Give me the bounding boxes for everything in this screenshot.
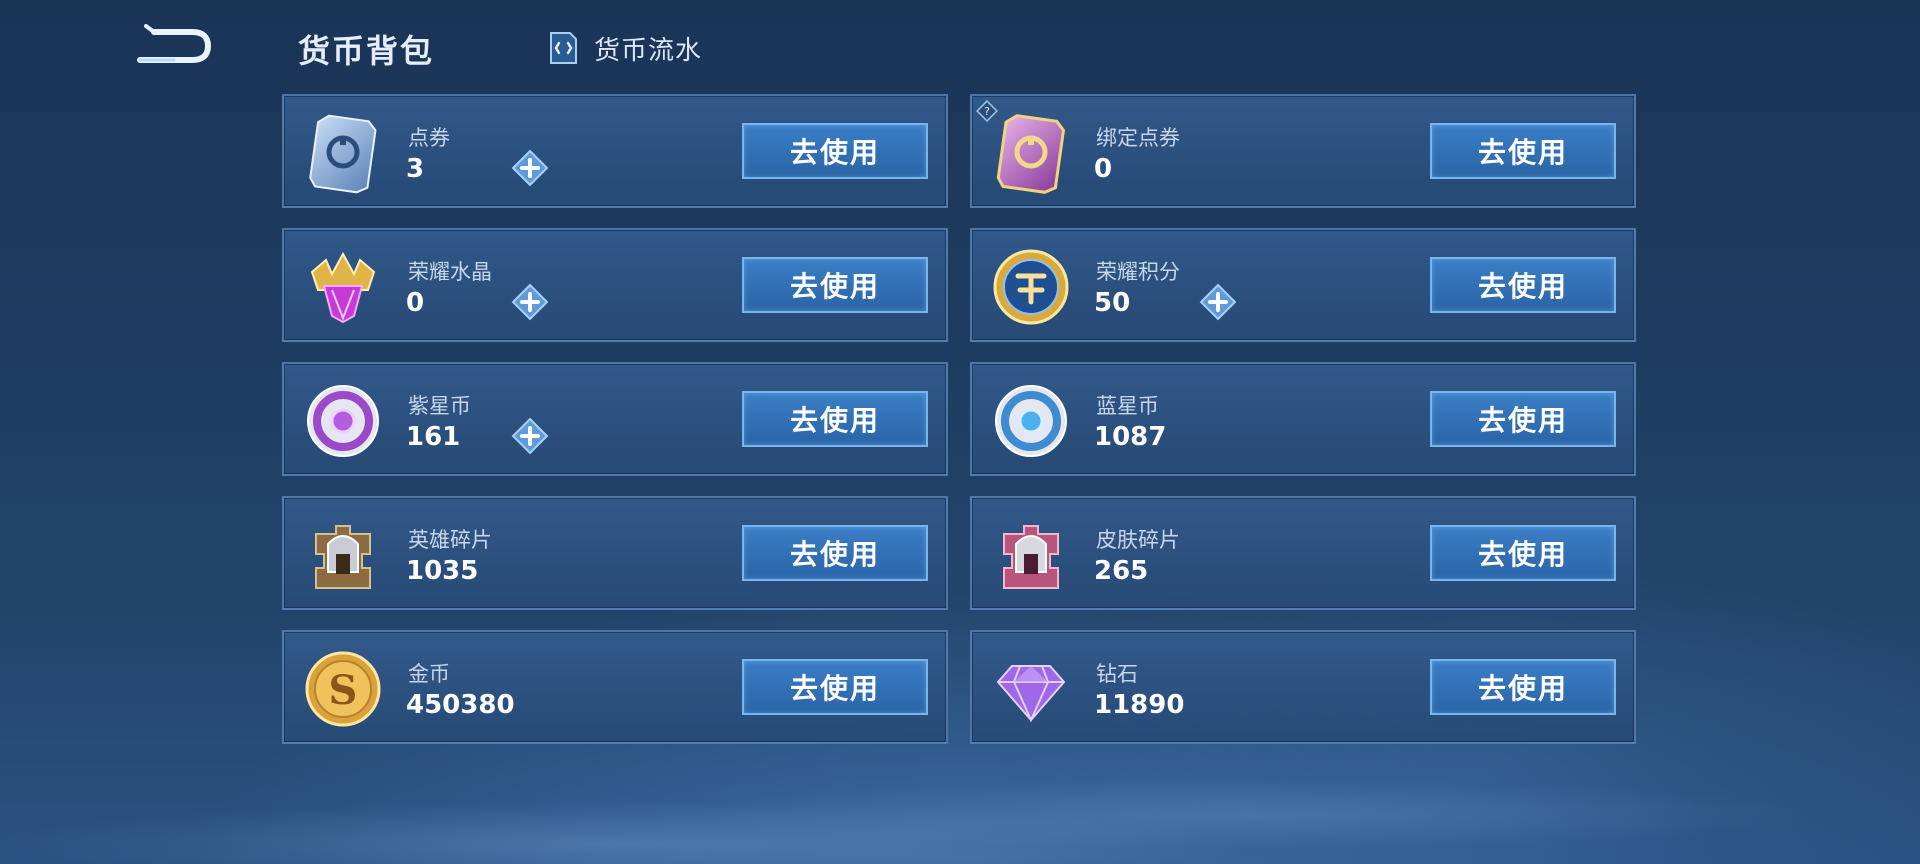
bound-voucher-card-icon	[996, 114, 1066, 194]
back-arrow-icon	[137, 24, 212, 63]
currency-name: 荣耀积分	[1096, 260, 1180, 284]
currency-name: 钻石	[1096, 662, 1138, 686]
currency-amount: 1087	[1094, 422, 1167, 452]
plus-icon	[511, 283, 549, 321]
blue-star-coin-icon	[995, 385, 1067, 457]
currency-history-link[interactable]: 货币流水	[544, 30, 702, 66]
currency-name: 英雄碎片	[408, 528, 492, 552]
plus-icon	[1199, 283, 1237, 321]
use-glory-points-button[interactable]: 去使用	[1430, 257, 1616, 313]
currency-card-diamond: 钻石 11890 去使用	[970, 630, 1636, 744]
purple-star-coin-icon	[307, 385, 379, 457]
currency-amount: 50	[1094, 288, 1131, 318]
plus-icon	[511, 417, 549, 455]
currency-card-glory-points: 荣耀积分 50 去使用	[970, 228, 1636, 342]
currency-card-purple-star: 紫星币 161 去使用	[282, 362, 948, 476]
glory-crystal-icon	[310, 251, 376, 324]
back-button[interactable]	[134, 24, 214, 68]
currency-card-gold-coin: S 金币 450380 去使用	[282, 630, 948, 744]
currency-name: 紫星币	[408, 394, 471, 418]
currency-name: 绑定点券	[1096, 126, 1180, 150]
use-glory-crystal-button[interactable]: 去使用	[742, 257, 928, 313]
currency-name: 金币	[408, 662, 450, 686]
currency-amount: 3	[406, 154, 425, 184]
svg-text:S: S	[329, 667, 358, 714]
add-glory-points-button[interactable]	[1198, 282, 1238, 322]
use-purple-star-button[interactable]: 去使用	[742, 391, 928, 447]
skin-fragment-icon	[1003, 525, 1059, 589]
gold-coin-icon: S	[305, 651, 381, 727]
currency-card-skin-fragment: 皮肤碎片 265 去使用	[970, 496, 1636, 610]
currency-name: 荣耀水晶	[408, 260, 492, 284]
currency-history-label: 货币流水	[594, 35, 703, 66]
use-bound-voucher-button[interactable]: 去使用	[1430, 123, 1616, 179]
currency-amount: 265	[1094, 556, 1149, 586]
add-purple-star-button[interactable]	[510, 416, 550, 456]
currency-amount: 0	[406, 288, 425, 318]
currency-card-voucher: 点券 3 去使用	[282, 94, 948, 208]
currency-name: 蓝星币	[1096, 394, 1159, 418]
use-hero-fragment-button[interactable]: 去使用	[742, 525, 928, 581]
use-blue-star-button[interactable]: 去使用	[1430, 391, 1616, 447]
history-card-icon	[550, 32, 577, 64]
hero-fragment-icon	[315, 525, 371, 589]
use-diamond-button[interactable]: 去使用	[1430, 659, 1616, 715]
currency-amount: 450380	[406, 690, 515, 720]
currency-amount: 161	[406, 422, 461, 452]
currency-amount: 1035	[406, 556, 479, 586]
currency-amount: 0	[1094, 154, 1113, 184]
plus-icon	[511, 149, 549, 187]
currency-amount: 11890	[1094, 690, 1185, 720]
voucher-card-icon	[309, 114, 377, 194]
currency-card-blue-star: 蓝星币 1087 去使用	[970, 362, 1636, 476]
use-gold-coin-button[interactable]: 去使用	[742, 659, 928, 715]
use-skin-fragment-button[interactable]: 去使用	[1430, 525, 1616, 581]
currency-card-hero-fragment: 英雄碎片 1035 去使用	[282, 496, 948, 610]
currency-card-glory-crystal: 荣耀水晶 0 去使用	[282, 228, 948, 342]
currency-card-bound-voucher: ? 绑定点券 0 去使用	[970, 94, 1636, 208]
add-voucher-button[interactable]	[510, 148, 550, 188]
use-voucher-button[interactable]: 去使用	[742, 123, 928, 179]
currency-name: 点券	[408, 126, 450, 150]
glory-points-coin-icon	[993, 249, 1069, 325]
currency-name: 皮肤碎片	[1096, 528, 1180, 552]
page-title: 货币背包	[298, 32, 435, 70]
add-glory-crystal-button[interactable]	[510, 282, 550, 322]
diamond-icon	[996, 665, 1066, 723]
